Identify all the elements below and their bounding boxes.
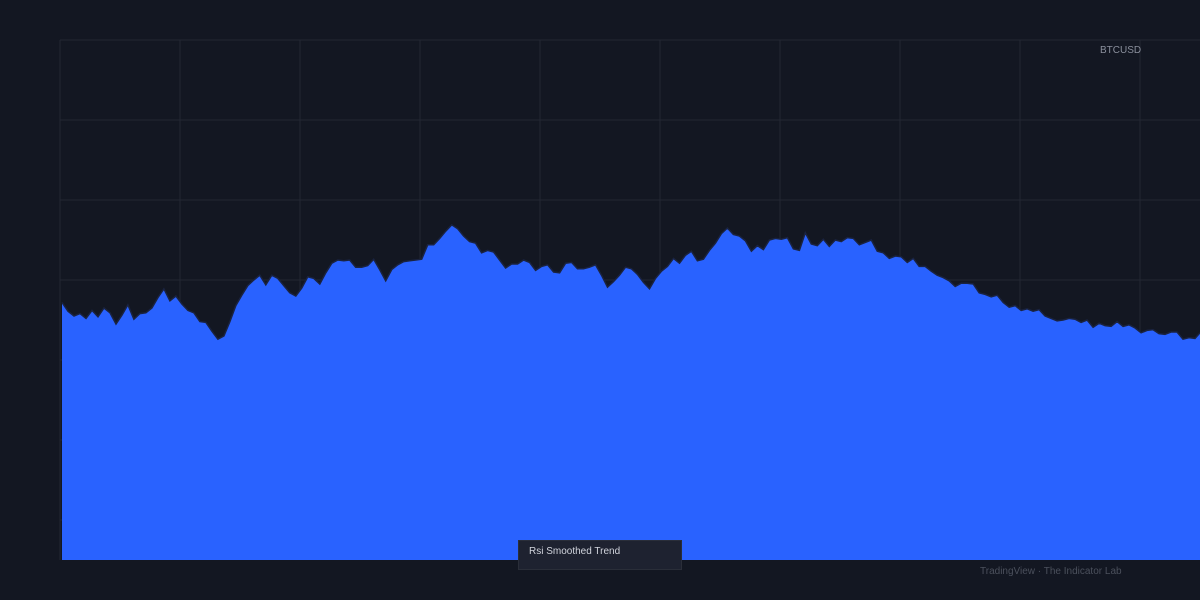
series-area-fill bbox=[62, 224, 1200, 561]
legend-label: Rsi Smoothed Trend bbox=[529, 546, 621, 557]
symbol-label: BTCUSD bbox=[1100, 45, 1142, 56]
chart-area bbox=[59, 39, 1200, 561]
watermark: TradingView · The Indicator Lab bbox=[980, 566, 1122, 577]
legend-box[interactable]: Rsi Smoothed Trend bbox=[518, 540, 682, 570]
